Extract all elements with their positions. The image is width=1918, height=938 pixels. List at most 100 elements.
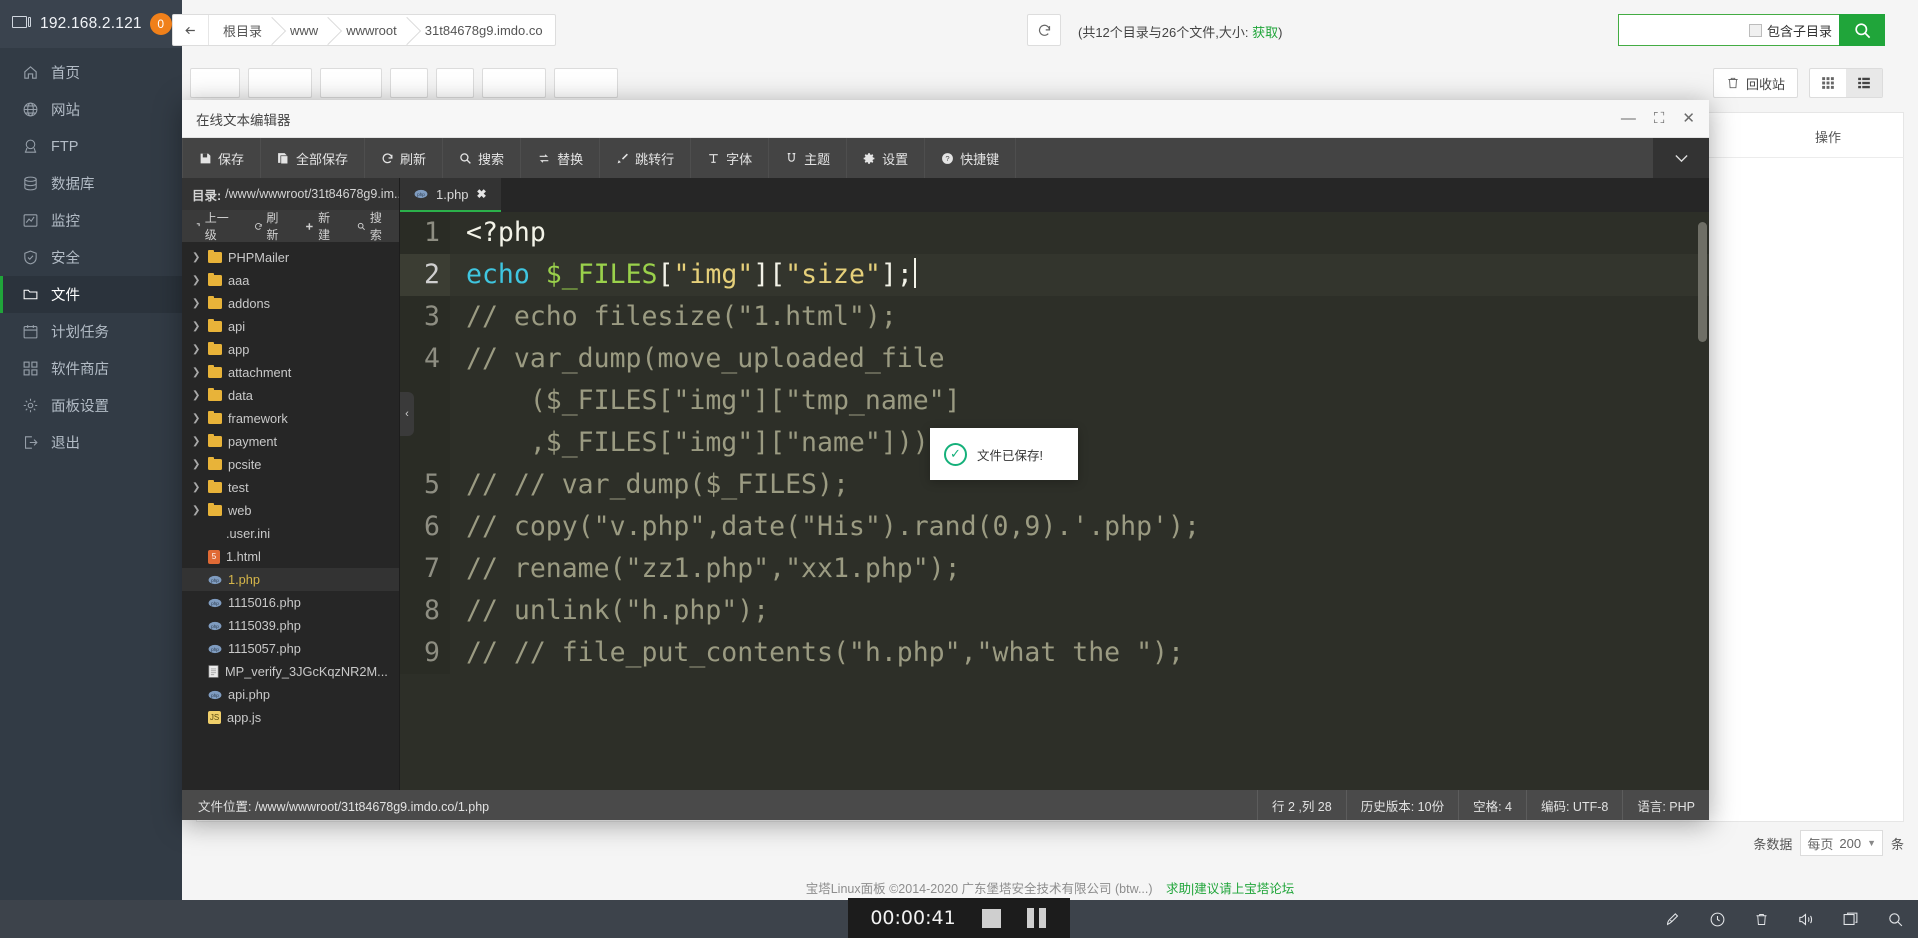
tree-node[interactable]: ❯ framework (182, 407, 399, 430)
maximize-icon[interactable]: ⛶ (1654, 111, 1665, 126)
search-icon[interactable] (1887, 911, 1904, 928)
compass-icon[interactable] (1709, 911, 1726, 928)
tree-node[interactable]: ❯ PHPMailer (182, 246, 399, 269)
toolbar-btn-7[interactable] (554, 68, 618, 98)
chevron-right-icon[interactable]: ❯ (192, 344, 202, 355)
status-encoding[interactable]: 编码: UTF-8 (1525, 790, 1622, 820)
breadcrumb-item-root[interactable]: 根目录 (209, 15, 274, 45)
per-page-select[interactable]: 每页 200 ▼ (1800, 830, 1883, 856)
chevron-right-icon[interactable]: ❯ (192, 252, 202, 263)
tab-1php[interactable]: php 1.php ✖ (400, 178, 501, 212)
volume-icon[interactable] (1797, 911, 1814, 928)
tree-node[interactable]: ❯ pcsite (182, 453, 399, 476)
tree-node[interactable]: JS app.js (182, 706, 399, 729)
recycle-bin-button[interactable]: 回收站 (1712, 68, 1798, 98)
tree-node[interactable]: ❯ data (182, 384, 399, 407)
pause-icon[interactable] (1027, 908, 1046, 928)
chevron-right-icon[interactable]: ❯ (192, 413, 202, 424)
sidebar-item-settings[interactable]: 面板设置 (0, 387, 182, 424)
sidebar-item-cron[interactable]: 计划任务 (0, 313, 182, 350)
back-button[interactable] (173, 15, 209, 45)
sidebar-item-appstore[interactable]: 软件商店 (0, 350, 182, 387)
checkbox-icon[interactable] (1748, 23, 1762, 37)
toolbar-btn-6[interactable] (482, 68, 546, 98)
editor-font-button[interactable]: 字体 (691, 138, 770, 178)
search-submit-button[interactable] (1839, 14, 1885, 46)
chevron-right-icon[interactable]: ❯ (192, 367, 202, 378)
breadcrumb-item-site[interactable]: 31t84678g9.imdo.co (409, 15, 555, 45)
toolbar-btn-4[interactable] (390, 68, 428, 98)
tree-node[interactable]: ❯ test (182, 476, 399, 499)
tree-node[interactable]: php api.php (182, 683, 399, 706)
grid-view-button[interactable] (1810, 69, 1846, 97)
tree-node[interactable]: ❯ web (182, 499, 399, 522)
sidebar-item-ftp[interactable]: FTP (0, 128, 182, 165)
toolbar-collapse-button[interactable] (1653, 138, 1709, 178)
editor-search-button[interactable]: 搜索 (443, 138, 522, 178)
sidebar-item-website[interactable]: 网站 (0, 91, 182, 128)
refresh-button[interactable] (1027, 14, 1061, 46)
editor-theme-button[interactable]: 主题 (769, 138, 848, 178)
tree-node[interactable]: php 1115016.php (182, 591, 399, 614)
chevron-right-icon[interactable]: ❯ (192, 482, 202, 493)
chevron-right-icon[interactable]: ❯ (192, 321, 202, 332)
tree-node[interactable]: ❯ aaa (182, 269, 399, 292)
stop-icon[interactable] (982, 908, 1001, 928)
chevron-right-icon[interactable]: ❯ (192, 390, 202, 401)
sidebar-item-files[interactable]: 文件 (0, 276, 182, 313)
tree-node[interactable]: php 1.php (182, 568, 399, 591)
sidebar-item-logout[interactable]: 退出 (0, 424, 182, 461)
editor-replace-button[interactable]: 替换 (521, 138, 601, 178)
search-input[interactable] (1619, 15, 1724, 45)
status-language[interactable]: 语言: PHP (1622, 790, 1709, 820)
toolbar-btn-1[interactable] (190, 68, 240, 98)
fetch-size-link[interactable]: 获取 (1252, 25, 1278, 40)
status-history-versions[interactable]: 历史版本: 10份 (1345, 790, 1458, 820)
minimize-icon[interactable]: — (1621, 111, 1636, 126)
editor-goto-line-button[interactable]: 跳转行 (600, 138, 692, 178)
sidebar-item-home[interactable]: 首页 (0, 54, 182, 91)
window-icon[interactable] (1842, 911, 1859, 928)
editor-settings-button[interactable]: 设置 (847, 138, 926, 178)
tree-collapse-handle[interactable]: ‹ (400, 392, 414, 436)
toolbar-btn-5[interactable] (436, 68, 474, 98)
code-editor-content[interactable]: 1 <?php 2 echo $_FILES["img"]["size"]; 3// e… (400, 212, 1709, 790)
rocket-icon[interactable] (1664, 911, 1681, 928)
tree-new-button[interactable]: 新建 (295, 209, 347, 243)
close-icon[interactable]: ✕ (1682, 111, 1695, 126)
editor-save-all-button[interactable]: 全部保存 (261, 138, 366, 178)
tree-node[interactable]: php 1115039.php (182, 614, 399, 637)
chevron-right-icon[interactable]: ❯ (192, 298, 202, 309)
tree-up-button[interactable]: 上一级 (182, 209, 244, 243)
status-indent[interactable]: 空格: 4 (1458, 790, 1526, 820)
tree-node[interactable]: ❯ app (182, 338, 399, 361)
editor-shortcuts-button[interactable]: ? 快捷键 (925, 138, 1017, 178)
tree-node[interactable]: MP_verify_3JGcKqzNR2M... (182, 660, 399, 683)
trash-icon[interactable] (1754, 911, 1769, 928)
chevron-right-icon[interactable]: ❯ (192, 275, 202, 286)
chevron-right-icon[interactable]: ❯ (192, 436, 202, 447)
tree-node[interactable]: ❯ api (182, 315, 399, 338)
tree-node[interactable]: ❯ attachment (182, 361, 399, 384)
tree-node[interactable]: php 1115057.php (182, 637, 399, 660)
editor-vertical-scrollbar[interactable] (1698, 222, 1707, 342)
sidebar-item-database[interactable]: 数据库 (0, 165, 182, 202)
editor-refresh-button[interactable]: 刷新 (365, 138, 444, 178)
list-view-button[interactable] (1846, 69, 1882, 97)
sidebar-item-monitor[interactable]: 监控 (0, 202, 182, 239)
chevron-right-icon[interactable]: ❯ (192, 459, 202, 470)
toolbar-btn-2[interactable] (248, 68, 312, 98)
tree-node[interactable]: .user.ini (182, 522, 399, 545)
tab-close-icon[interactable]: ✖ (477, 187, 487, 201)
include-subdir-toggle[interactable]: 包含子目录 (1748, 21, 1840, 40)
tree-node[interactable]: 5 1.html (182, 545, 399, 568)
tree-node[interactable]: ❯ payment (182, 430, 399, 453)
tree-node[interactable]: ❯ addons (182, 292, 399, 315)
chevron-right-icon[interactable]: ❯ (192, 505, 202, 516)
forum-link[interactable]: 求助|建议请上宝塔论坛 (1166, 882, 1294, 896)
tree-refresh-button[interactable]: 刷新 (244, 209, 296, 243)
editor-save-button[interactable]: 保存 (182, 138, 262, 178)
tree-search-button[interactable]: 搜索 (347, 209, 399, 243)
sidebar-item-security[interactable]: 安全 (0, 239, 182, 276)
toolbar-btn-3[interactable] (320, 68, 382, 98)
